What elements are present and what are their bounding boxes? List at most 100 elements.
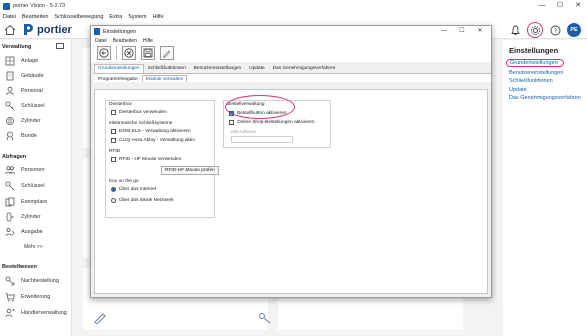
header-icons: ? PE — [508, 22, 581, 38]
link-benutzereinstellungen[interactable]: Benutzereinstellungen — [509, 70, 587, 76]
sidebar-item-abfrage-schluessel[interactable]: Schlüssel — [5, 181, 45, 191]
dialog-tabs-primary: Grundeinstellungen Schließfunktionen Ben… — [94, 64, 491, 73]
tab-module-verwalten[interactable]: Module verwalten — [141, 75, 188, 82]
dialog-title: Einstellungen — [103, 28, 137, 35]
link-grundeinstellungen[interactable]: Grundeinstellungen — [506, 59, 564, 67]
minimize-button[interactable]: — — [533, 0, 551, 12]
save-button[interactable] — [141, 46, 155, 60]
tab-update[interactable]: Update — [245, 64, 268, 73]
dialog-titlebar: Einstellungen — ☐ ✕ — [91, 26, 491, 37]
sidebar-section-bestellwesen: Bestellwesen — [2, 264, 37, 270]
maximize-button[interactable]: ☐ — [551, 0, 569, 12]
user-avatar[interactable]: PE — [567, 23, 581, 37]
sidebar-item-ausgabe[interactable]: Ausgabe — [5, 227, 43, 237]
keyonthego-lan-row[interactable]: Über das lokale Netzwerk — [111, 198, 174, 203]
help-icon[interactable]: ? — [548, 23, 562, 37]
sidebar-item-exemplare[interactable]: Exemplare — [5, 197, 47, 207]
rfid-checkbox-row[interactable]: RFID - HF Mouse verwenden — [111, 157, 181, 162]
dialog-close-button[interactable]: ✕ — [471, 26, 489, 37]
sidebar-item-abfrage-zylinder[interactable]: Zylinder — [5, 212, 41, 222]
sidebar-item-label: Zylinder — [21, 214, 41, 220]
link-genehmigungsverfahren[interactable]: Das Genehmigungsverfahren — [509, 95, 587, 101]
dialog-toolbar — [91, 44, 491, 62]
sidebar-section-abfragen: Abfragen — [2, 154, 27, 160]
rfid-check-button[interactable]: RFID-HF Mouse prüfen — [161, 166, 219, 175]
key-search-icon — [5, 181, 15, 191]
menu-bearbeiten[interactable]: Bearbeiten — [22, 14, 49, 20]
email-input[interactable] — [231, 136, 293, 143]
menu-system[interactable]: System — [128, 14, 146, 20]
sidebar-item-bunde[interactable]: Bunde — [5, 131, 37, 141]
dialog-menu-hilfe[interactable]: Hilfe — [143, 38, 153, 44]
sidebar-section-verwaltung: Verwaltung — [2, 44, 32, 50]
sidebar-item-label: Schlüssel — [21, 103, 45, 109]
cancel-button[interactable] — [122, 46, 136, 60]
dom-els-checkbox[interactable] — [111, 129, 116, 134]
menu-schluesselbewegung[interactable]: Schlüsselbewegung — [54, 14, 103, 20]
edit-pencil-icon — [162, 50, 171, 58]
tab-schliessfunktionen[interactable]: Schließfunktionen — [144, 64, 190, 73]
deisterbox-checkbox-row[interactable]: Deisterbox verwenden — [111, 110, 167, 115]
sidebar-item-haendlerverwaltung[interactable]: Händlerverwaltung — [5, 308, 67, 318]
onlineshop-checkbox-row[interactable]: Online Shop-Bestellungen aktivieren — [229, 120, 315, 125]
sidebar-item-anlage[interactable]: Anlage — [5, 56, 38, 66]
person-icon — [5, 86, 15, 96]
cancel-icon — [124, 48, 134, 58]
dialog-app-icon — [94, 28, 100, 35]
sidebar-item-gebaeude[interactable]: Gebäude — [5, 71, 44, 81]
sidebar-item-label: Zylinder — [21, 118, 41, 124]
tab-grundeinstellungen[interactable]: Grundeinstellungen — [94, 64, 144, 73]
edit-pen-icon — [94, 313, 106, 324]
menu-hilfe[interactable]: Hilfe — [153, 14, 164, 20]
cylinder-search-icon — [5, 212, 15, 222]
notification-bell-icon[interactable] — [508, 23, 522, 37]
sidebar-collapse-icon[interactable] — [56, 43, 64, 49]
sidebar-item-label: Personen — [21, 167, 45, 173]
dialog-tabs-secondary: Programmfreigabe Module verwalten — [94, 73, 491, 82]
rfid-checkbox[interactable] — [111, 157, 116, 162]
internet-radio[interactable] — [111, 187, 116, 192]
back-button[interactable] — [97, 46, 111, 60]
sidebar-item-erweiterung[interactable]: Erweiterung — [5, 292, 50, 302]
tab-programmfreigabe[interactable]: Programmfreigabe — [94, 75, 142, 82]
dialog-menu-bearbeiten[interactable]: Bearbeiten — [113, 38, 137, 44]
tab-genehmigungsverfahren[interactable]: Das Genehmigungsverfahren — [269, 64, 340, 73]
sidebar-more-link[interactable]: Mehr >> — [24, 244, 43, 250]
tab-benutzereinstellungen[interactable]: Benutzereinstellungen — [190, 64, 245, 73]
onlineshop-checkbox[interactable] — [229, 120, 234, 125]
link-update[interactable]: Update — [509, 87, 587, 93]
dom-els-checkbox-row[interactable]: DOM-ELS - Verwaltung aktivieren — [111, 129, 191, 134]
rfid-label: RFID - HF Mouse verwenden — [119, 157, 182, 162]
cliq-checkbox-row[interactable]: CLIQ-Assa Abloy - Verwaltung aktiv — [111, 138, 195, 143]
settings-gear-icon[interactable] — [527, 22, 543, 38]
menu-extra[interactable]: Extra — [109, 14, 122, 20]
highlight-ellipse — [225, 95, 295, 119]
sidebar-item-zylinder[interactable]: Zylinder — [5, 116, 41, 126]
key-edit-icon — [259, 313, 271, 324]
dialog-minimize-button[interactable]: — — [435, 26, 453, 37]
link-schliessfunktionen[interactable]: Schließfunktionen — [509, 78, 587, 84]
sidebar-item-label: Anlage — [21, 58, 39, 64]
sidebar-item-label: Nachbestellung — [21, 278, 59, 284]
menu-datei[interactable]: Datei — [3, 14, 16, 20]
building-icon — [5, 71, 15, 81]
edit-button[interactable] — [160, 46, 174, 60]
sidebar-item-personal[interactable]: Personal — [5, 86, 43, 96]
home-icon[interactable] — [4, 24, 16, 36]
close-button[interactable]: ✕ — [569, 0, 587, 12]
cliq-checkbox[interactable] — [111, 138, 116, 143]
brand-name: portier — [37, 23, 72, 36]
dom-els-label: DOM-ELS - Verwaltung aktivieren — [119, 129, 191, 134]
dialog-menu-datei[interactable]: Datei — [95, 38, 107, 44]
sidebar-item-schluessel[interactable]: Schlüssel — [5, 101, 45, 111]
sidebar-item-nachbestellung[interactable]: Nachbestellung — [5, 276, 59, 286]
toolbar-separator — [116, 46, 117, 60]
keyonthego-internet-row[interactable]: Über das Internet — [111, 187, 156, 192]
deisterbox-checkbox[interactable] — [111, 110, 116, 115]
lan-radio[interactable] — [111, 198, 116, 203]
dialog-maximize-button[interactable]: ☐ — [453, 26, 471, 37]
sidebar-item-personen[interactable]: Personen — [5, 165, 45, 175]
sidebar-item-label: Gebäude — [21, 73, 44, 79]
svg-text:?: ? — [553, 27, 556, 34]
reorder-icon — [5, 276, 15, 286]
